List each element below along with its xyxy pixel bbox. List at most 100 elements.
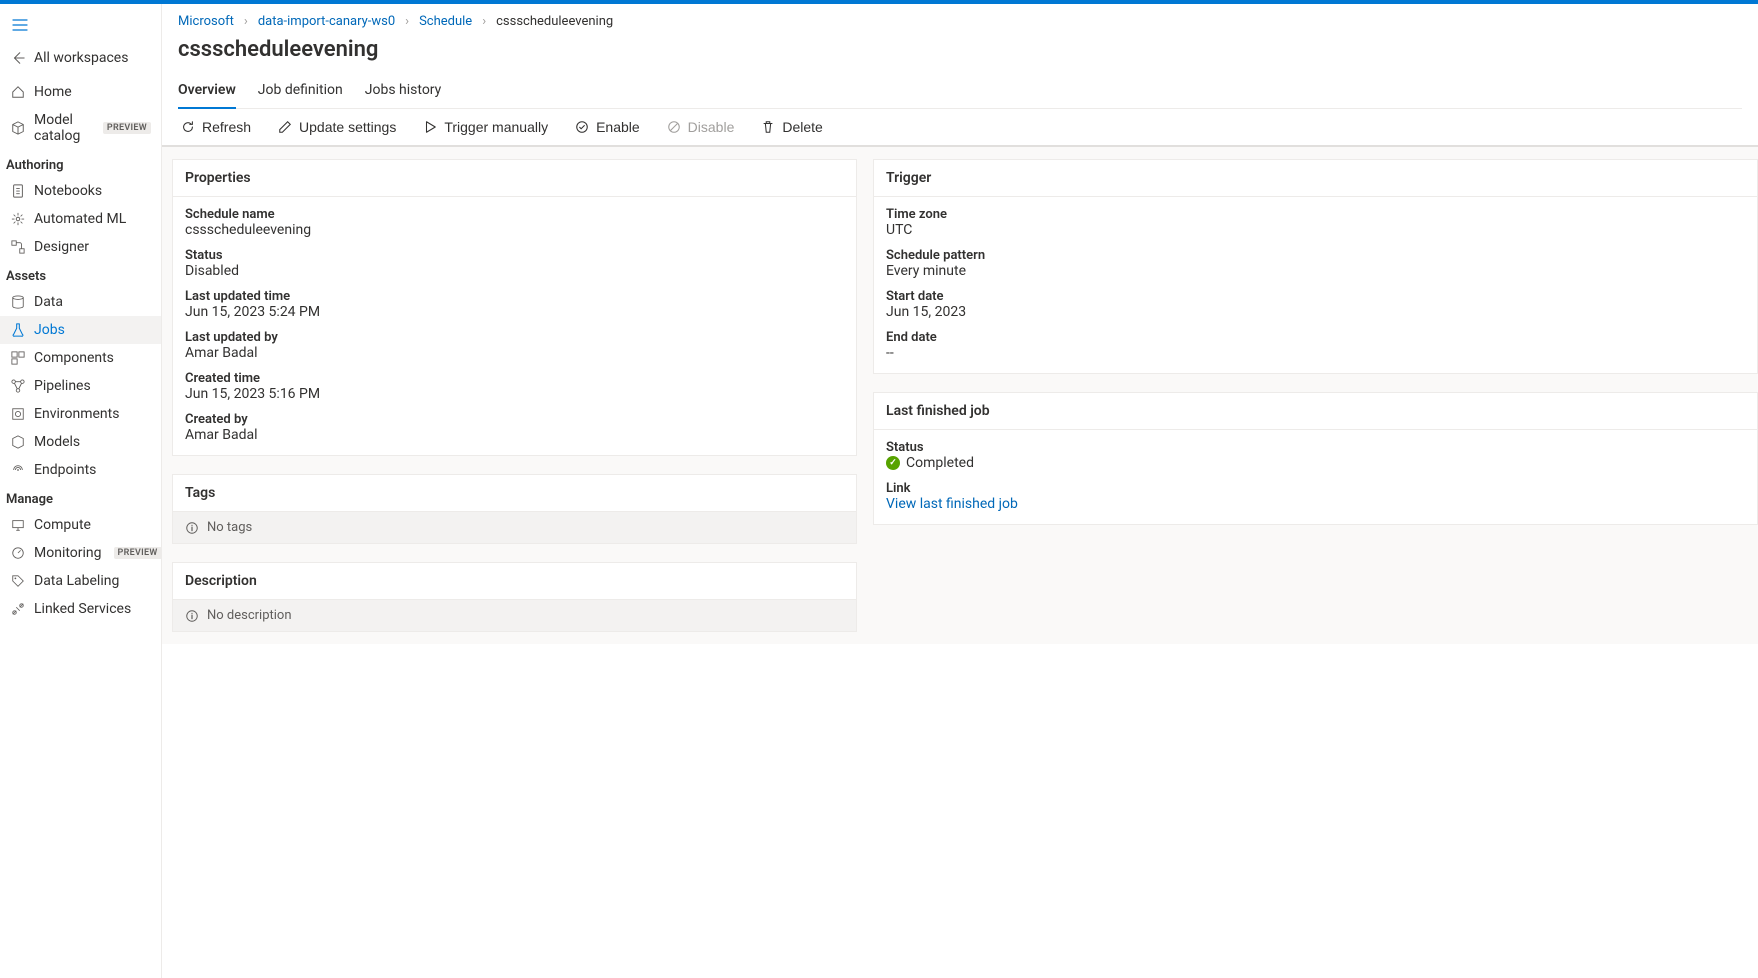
property-value: Jun 15, 2023 xyxy=(886,304,1745,320)
delete-icon xyxy=(760,119,776,135)
sidebar-item-notebooks[interactable]: Notebooks xyxy=(0,177,161,205)
sidebar-item-linked-services[interactable]: Linked Services xyxy=(0,595,161,623)
components-icon xyxy=(10,350,26,366)
cube-icon xyxy=(10,120,26,136)
description-empty-text: No description xyxy=(207,608,292,623)
property-label: Last updated by xyxy=(185,330,844,345)
sidebar-item-home[interactable]: Home xyxy=(0,78,161,106)
data-icon xyxy=(10,294,26,310)
sidebar-item-models[interactable]: Models xyxy=(0,428,161,456)
sidebar-item-environments[interactable]: Environments xyxy=(0,400,161,428)
hamburger-button[interactable] xyxy=(0,10,40,40)
button-label: Disable xyxy=(688,119,735,135)
property-label: Status xyxy=(886,440,1745,455)
tabs: Overview Job definition Jobs history xyxy=(178,76,1742,109)
sidebar-item-label: Environments xyxy=(34,406,119,422)
chevron-right-icon: › xyxy=(482,14,486,29)
refresh-button[interactable]: Refresh xyxy=(170,113,261,141)
disable-button: Disable xyxy=(656,113,745,141)
card-title: Tags xyxy=(173,475,856,512)
delete-button[interactable]: Delete xyxy=(750,113,832,141)
info-icon xyxy=(185,521,199,535)
sidebar-item-label: Home xyxy=(34,84,72,100)
compute-icon xyxy=(10,517,26,533)
preview-badge: PREVIEW xyxy=(114,547,162,559)
flask-icon xyxy=(10,322,26,338)
models-icon xyxy=(10,434,26,450)
trigger-manually-button[interactable]: Trigger manually xyxy=(412,113,558,141)
all-workspaces-label: All workspaces xyxy=(34,50,128,66)
environments-icon xyxy=(10,406,26,422)
sidebar-item-automated-ml[interactable]: Automated ML xyxy=(0,205,161,233)
sidebar-item-endpoints[interactable]: Endpoints xyxy=(0,456,161,484)
property-label: Last updated time xyxy=(185,289,844,304)
description-empty-row: No description xyxy=(173,600,856,631)
sidebar-item-designer[interactable]: Designer xyxy=(0,233,161,261)
endpoints-icon xyxy=(10,462,26,478)
property-label: Created time xyxy=(185,371,844,386)
sidebar-item-label: Linked Services xyxy=(34,601,131,617)
page-title: cssscheduleevening xyxy=(178,37,1742,76)
command-bar: Refresh Update settings Trigger manually… xyxy=(162,109,1758,147)
sidebar-item-data[interactable]: Data xyxy=(0,288,161,316)
sidebar-item-label: Designer xyxy=(34,239,89,255)
card-title: Last finished job xyxy=(874,393,1757,430)
play-icon xyxy=(422,119,438,135)
pipelines-icon xyxy=(10,378,26,394)
sidebar-item-label: Model catalog xyxy=(34,112,91,144)
tab-jobs-history[interactable]: Jobs history xyxy=(365,76,442,108)
breadcrumb: Microsoft › data-import-canary-ws0 › Sch… xyxy=(178,12,1742,37)
sidebar-item-label: Monitoring xyxy=(34,545,102,561)
property-label: Schedule pattern xyxy=(886,248,1745,263)
sidebar-item-data-labeling[interactable]: Data Labeling xyxy=(0,567,161,595)
blocked-icon xyxy=(666,119,682,135)
last-finished-job-card: Last finished job Status ✓ Completed Lin… xyxy=(873,392,1758,525)
info-icon xyxy=(185,609,199,623)
sidebar-item-label: Components xyxy=(34,350,114,366)
refresh-icon xyxy=(180,119,196,135)
sidebar: All workspaces Home Model catalog PREVIE… xyxy=(0,4,162,978)
tags-empty-text: No tags xyxy=(207,520,252,535)
sidebar-item-compute[interactable]: Compute xyxy=(0,511,161,539)
sidebar-item-label: Jobs xyxy=(34,322,65,338)
preview-badge: PREVIEW xyxy=(103,122,151,134)
sidebar-item-pipelines[interactable]: Pipelines xyxy=(0,372,161,400)
property-value: Jun 15, 2023 5:16 PM xyxy=(185,386,844,402)
sidebar-item-jobs[interactable]: Jobs xyxy=(0,316,161,344)
tab-job-definition[interactable]: Job definition xyxy=(258,76,343,108)
property-value: -- xyxy=(886,345,1745,361)
description-card: Description No description xyxy=(172,562,857,632)
property-value: Disabled xyxy=(185,263,844,279)
property-value: UTC xyxy=(886,222,1745,238)
breadcrumb-link[interactable]: Schedule xyxy=(419,14,472,29)
hamburger-icon xyxy=(12,17,28,33)
all-workspaces-link[interactable]: All workspaces xyxy=(0,44,161,72)
labeling-icon xyxy=(10,573,26,589)
button-label: Enable xyxy=(596,119,640,135)
tab-overview[interactable]: Overview xyxy=(178,76,236,108)
property-value: Every minute xyxy=(886,263,1745,279)
sidebar-item-label: Notebooks xyxy=(34,183,102,199)
property-label: Schedule name xyxy=(185,207,844,222)
chevron-right-icon: › xyxy=(405,14,409,29)
breadcrumb-link[interactable]: Microsoft xyxy=(178,14,234,29)
update-settings-button[interactable]: Update settings xyxy=(267,113,406,141)
sidebar-item-monitoring[interactable]: Monitoring PREVIEW xyxy=(0,539,161,567)
button-label: Trigger manually xyxy=(444,119,548,135)
monitor-icon xyxy=(10,545,26,561)
trigger-card: Trigger Time zone UTC Schedule pattern E… xyxy=(873,159,1758,374)
status-badge: ✓ Completed xyxy=(886,455,1745,471)
sidebar-group-authoring: Authoring xyxy=(0,150,161,177)
sidebar-item-model-catalog[interactable]: Model catalog PREVIEW xyxy=(0,106,161,150)
property-label: Time zone xyxy=(886,207,1745,222)
automl-icon xyxy=(10,211,26,227)
view-last-job-link[interactable]: View last finished job xyxy=(886,496,1018,512)
sidebar-item-components[interactable]: Components xyxy=(0,344,161,372)
breadcrumb-link[interactable]: data-import-canary-ws0 xyxy=(258,14,395,29)
enable-button[interactable]: Enable xyxy=(564,113,650,141)
status-text: Completed xyxy=(906,455,974,471)
property-value: Jun 15, 2023 5:24 PM xyxy=(185,304,844,320)
check-circle-icon xyxy=(574,119,590,135)
property-value: cssscheduleevening xyxy=(185,222,844,238)
linked-icon xyxy=(10,601,26,617)
